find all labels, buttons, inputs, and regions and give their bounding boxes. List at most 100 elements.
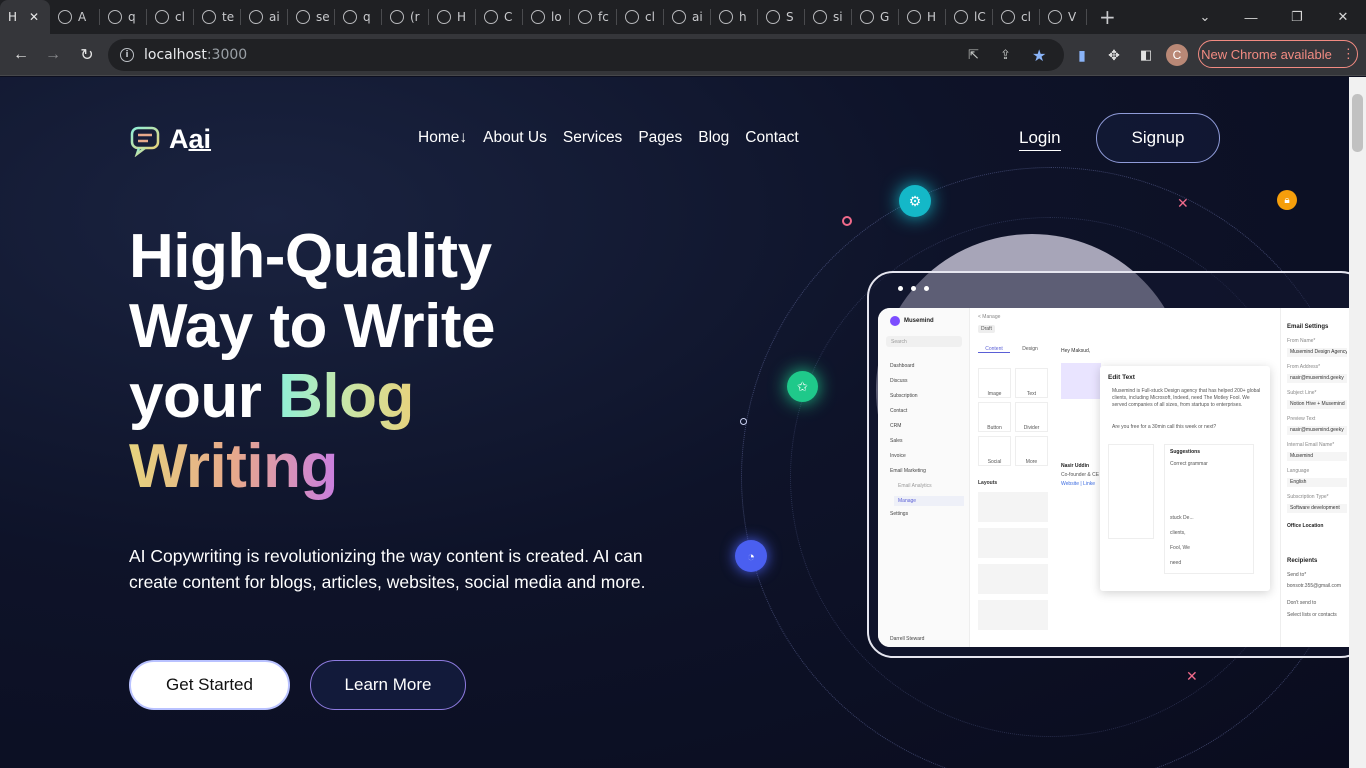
browser-tab[interactable]: H	[429, 0, 476, 34]
tab-favicon-icon	[907, 10, 921, 24]
preview-suggestions-title: Suggestions	[1170, 449, 1201, 455]
nav-contact[interactable]: Contact	[745, 129, 798, 147]
browser-tab[interactable]: lo	[523, 0, 570, 34]
tab-title: C	[504, 10, 513, 24]
preview-nav-contact: Contact	[890, 408, 908, 414]
browser-tab[interactable]: H ✕	[0, 0, 50, 34]
preview-nav-invoice: Invoice	[890, 453, 906, 459]
open-in-app-icon[interactable]: ⇱	[968, 48, 979, 63]
tab-favicon-icon	[672, 10, 686, 24]
tab-title: fc	[598, 10, 609, 24]
tab-search-button[interactable]: ⌄	[1182, 0, 1228, 34]
preview-send-to-value: bonsotr.355@gmail.com	[1287, 583, 1341, 589]
preview-nav-settings: Settings	[890, 511, 909, 517]
maximize-button[interactable]: ❐	[1274, 0, 1320, 34]
hero-highlight-blog: Blog	[278, 362, 414, 431]
extensions-icon[interactable]: ✥	[1101, 42, 1127, 68]
tab-favicon-icon	[1001, 10, 1015, 24]
tab-title: te	[222, 10, 235, 24]
cross-decor-icon: ✕	[1177, 195, 1189, 211]
preview-field-label: Language	[1287, 468, 1310, 474]
close-window-button[interactable]: ✕	[1320, 0, 1366, 34]
browser-tab[interactable]: (r	[382, 0, 429, 34]
reload-icon[interactable]: ↻	[74, 42, 100, 68]
nav-services[interactable]: Services	[563, 129, 622, 147]
preview-suggestion-3: clients,	[1170, 530, 1186, 536]
tab-favicon-icon	[202, 10, 216, 24]
preview-edit-text-title: Edit Text	[1108, 374, 1135, 381]
back-icon[interactable]: ←	[8, 42, 34, 68]
preview-layout-grid	[978, 492, 1048, 632]
browser-tab[interactable]: ai	[664, 0, 711, 34]
preview-field-value: Musemind	[1287, 452, 1347, 461]
preview-field-label: From Address*	[1287, 364, 1321, 370]
get-started-button[interactable]: Get Started	[129, 660, 290, 710]
nav-pages[interactable]: Pages	[638, 129, 682, 147]
browser-tab[interactable]: C	[476, 0, 523, 34]
preview-suggestions-panel: Suggestions Correct grammar stuck De... …	[1164, 444, 1254, 574]
browser-tab[interactable]: te	[194, 0, 241, 34]
page-scrollbar[interactable]	[1349, 77, 1366, 768]
preview-nav-email-marketing: Email Marketing	[890, 468, 926, 474]
preview-nav-manage: Manage	[894, 496, 964, 506]
profile-avatar[interactable]: C	[1166, 44, 1188, 66]
app-preview-screenshot: Musemind Search Dashboard Discuss Subscr…	[878, 308, 1349, 647]
tab-title: ai	[692, 10, 703, 24]
minimize-button[interactable]: —	[1228, 0, 1274, 34]
hero-line-3-plain: your	[129, 362, 279, 431]
tab-title: V	[1068, 10, 1077, 24]
preview-recipients: Recipients	[1287, 558, 1318, 564]
browser-tab[interactable]: V	[1040, 0, 1087, 34]
browser-tab[interactable]: lC	[946, 0, 993, 34]
browser-tab[interactable]: se	[288, 0, 335, 34]
preview-send-to: Send to*	[1287, 572, 1307, 578]
browser-tab[interactable]: fc	[570, 0, 617, 34]
preview-field-label: Preview Text	[1287, 416, 1316, 422]
new-tab-button[interactable]: +	[1091, 0, 1116, 34]
new-chrome-available-button[interactable]: New Chrome available ⋮	[1198, 40, 1358, 68]
browser-tab[interactable]: A	[50, 0, 100, 34]
learn-more-button[interactable]: Learn More	[310, 660, 466, 710]
preview-block-divider: Divider	[1015, 402, 1048, 432]
tab-favicon-icon	[437, 10, 451, 24]
signup-button[interactable]: Signup	[1096, 113, 1220, 163]
tab-title: H	[927, 10, 937, 24]
browser-tab[interactable]: q	[335, 0, 382, 34]
url-host: localhost	[144, 47, 207, 63]
address-bar[interactable]: i localhost:3000 ⇱ ⇪ ★	[108, 39, 1064, 71]
preview-tab-design: Design	[1022, 346, 1038, 352]
more-menu-icon: ⋮	[1341, 46, 1355, 61]
browser-tab[interactable]: h	[711, 0, 758, 34]
side-panel-icon[interactable]: ◧	[1133, 42, 1159, 68]
site-logo[interactable]: Aai	[129, 121, 211, 157]
bookmark-star-icon[interactable]: ★	[1032, 46, 1046, 65]
login-link[interactable]: Login	[1019, 128, 1061, 151]
tab-favicon-icon	[58, 10, 72, 24]
notes-icon[interactable]: ▮	[1069, 42, 1095, 68]
preview-nav-discuss: Discuss	[890, 378, 908, 384]
nav-about-us[interactable]: About Us	[483, 129, 547, 147]
browser-tab[interactable]: si	[805, 0, 852, 34]
tab-favicon-icon	[390, 10, 404, 24]
close-tab-icon[interactable]: ✕	[29, 10, 39, 24]
browser-tab[interactable]: H	[899, 0, 946, 34]
browser-tab[interactable]: S	[758, 0, 805, 34]
preview-field-value: Musemind Design Agency	[1287, 348, 1347, 357]
browser-tab[interactable]: cl	[993, 0, 1040, 34]
browser-tab[interactable]: G	[852, 0, 899, 34]
tab-favicon-icon	[296, 10, 310, 24]
site-info-icon[interactable]: i	[120, 48, 134, 62]
browser-tab[interactable]: cl	[617, 0, 664, 34]
browser-tab[interactable]: cl	[147, 0, 194, 34]
hero-line-3: your Blog	[129, 362, 495, 432]
preview-field-label: Subscription Type*	[1287, 494, 1329, 500]
forward-icon[interactable]: →	[40, 42, 66, 68]
browser-tab[interactable]: ai	[241, 0, 288, 34]
nav-blog[interactable]: Blog	[698, 129, 729, 147]
scrollbar-thumb[interactable]	[1352, 94, 1363, 152]
preview-nav-email-analytics: Email Analytics	[898, 483, 932, 489]
preview-email-settings-title: Email Settings	[1287, 324, 1329, 330]
share-icon[interactable]: ⇪	[1000, 48, 1011, 63]
browser-tab[interactable]: q	[100, 0, 147, 34]
nav-home[interactable]: Home↓	[418, 129, 467, 147]
